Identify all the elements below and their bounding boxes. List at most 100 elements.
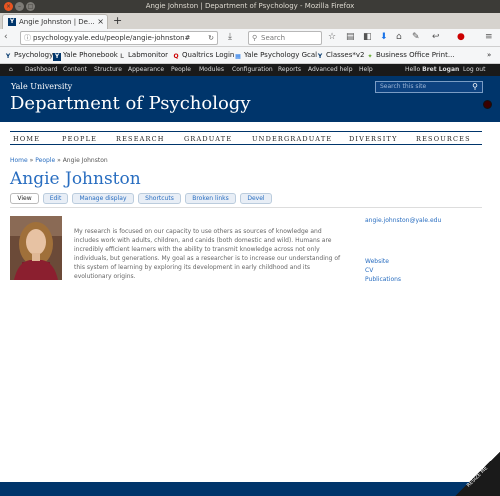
site-header: Yale University Department of Psychology… [0, 76, 500, 122]
nav-people[interactable]: PEOPLE [62, 135, 97, 143]
bookmark-psychology[interactable]: Y Psychology [4, 51, 53, 61]
pocket-icon[interactable]: ◧ [363, 32, 372, 43]
navigation-toolbar: ‹ ⓘ psychology.yale.edu/people/angie-joh… [0, 29, 500, 47]
website-link[interactable]: Website [365, 258, 389, 265]
bookmark-qualtrics[interactable]: Q Qualtrics Login [172, 51, 234, 61]
yale-favicon-icon: Y [8, 18, 16, 26]
admin-item-configuration[interactable]: Configuration [232, 64, 273, 76]
qualtrics-icon: Q [173, 53, 179, 60]
search-icon: ⚲ [252, 34, 258, 42]
site-footer [0, 482, 500, 496]
extension-icon[interactable]: ✎ [412, 32, 420, 43]
tab-shortcuts[interactable]: Shortcuts [138, 193, 181, 204]
info-icon[interactable]: ⓘ [24, 32, 31, 44]
nav-graduate[interactable]: GRADUATE [184, 135, 232, 143]
logout-link[interactable]: Log out [463, 64, 485, 76]
yale-university-logo[interactable]: Yale University [11, 82, 72, 91]
reply-icon[interactable]: ↩ [432, 32, 440, 43]
globe-icon: L [120, 53, 124, 60]
calendar-icon: ▦ [235, 53, 241, 60]
bookmarks-overflow-icon[interactable]: » [487, 51, 491, 60]
browser-search-placeholder: Search [261, 34, 286, 42]
yale-bookmark-icon: Y [53, 53, 61, 61]
breadcrumb-separator: » [57, 157, 61, 164]
tab-close-icon[interactable]: × [97, 15, 104, 29]
home-icon[interactable]: ⌂ [396, 32, 402, 43]
content-divider [10, 207, 482, 208]
tab-manage-display[interactable]: Manage display [72, 193, 134, 204]
bookmark-business-office[interactable]: ✦ Business Office Print... [366, 51, 455, 61]
admin-home-icon[interactable]: ⌂ [9, 64, 13, 76]
bookmark-label: Business Office Print... [376, 51, 455, 59]
department-title[interactable]: Department of Psychology [10, 93, 251, 115]
portrait-image [10, 216, 62, 280]
tab-title: Angie Johnston | De... [19, 18, 95, 26]
tab-broken-links[interactable]: Broken links [185, 193, 236, 204]
tab-devel[interactable]: Devel [240, 193, 272, 204]
bookmark-label: Yale Psychology Gcal [244, 51, 318, 59]
tab-strip: Y Angie Johnston | De... × + [0, 13, 500, 29]
maximize-window-icon[interactable]: □ [26, 2, 35, 11]
publications-link[interactable]: Publications [365, 276, 401, 283]
admin-item-dashboard[interactable]: Dashboard [25, 64, 58, 76]
nav-resources[interactable]: RESOURCES [416, 135, 471, 143]
admin-username[interactable]: Bret Logan [422, 66, 459, 73]
admin-item-reports[interactable]: Reports [278, 64, 301, 76]
adblock-icon[interactable]: ● [457, 32, 465, 43]
breadcrumb-home[interactable]: Home [10, 157, 28, 164]
email-link[interactable]: angie.johnston@yale.edu [365, 217, 441, 224]
bookmark-label: Yale Phonebook [63, 51, 118, 59]
minimize-window-icon[interactable]: – [15, 2, 24, 11]
admin-greeting: Hello Bret Logan [405, 64, 459, 76]
search-icon[interactable]: ⚲ [472, 82, 478, 92]
admin-menu-bar: ⌂ Dashboard Content Structure Appearance… [0, 64, 500, 76]
site-search-placeholder: Search this site [380, 83, 427, 90]
browser-search-box[interactable]: ⚲ Search [248, 31, 322, 45]
bookmark-label: Psychology [14, 51, 54, 59]
bookmark-labmonitor[interactable]: L Labmonitor [118, 51, 168, 61]
nav-home[interactable]: HOME [13, 135, 40, 143]
downloads-arrow-icon[interactable]: ⬇ [380, 32, 388, 43]
bookmark-gcal[interactable]: ▦ Yale Psychology Gcal [234, 51, 317, 61]
browser-tab[interactable]: Y Angie Johnston | De... × [2, 14, 108, 29]
breadcrumb-people[interactable]: People [35, 157, 55, 164]
library-icon[interactable]: ▤ [346, 32, 355, 43]
window-titlebar: × – □ Angie Johnston | Department of Psy… [0, 0, 500, 13]
admin-item-people[interactable]: People [171, 64, 191, 76]
business-office-icon: ✦ [367, 53, 373, 60]
admin-item-advanced-help[interactable]: Advanced help [308, 64, 353, 76]
nav-research[interactable]: RESEARCH [116, 135, 165, 143]
profile-photo [10, 216, 62, 280]
page-title: Angie Johnston [10, 169, 141, 189]
admin-item-help[interactable]: Help [359, 64, 373, 76]
window-title: Angie Johnston | Department of Psycholog… [145, 2, 355, 10]
star-icon[interactable]: ☆ [328, 32, 336, 43]
bookmark-label: Qualtrics Login [182, 51, 235, 59]
bookmark-label: Classes*v2 [326, 51, 365, 59]
bookmarks-toolbar: Y Psychology Y Yale Phonebook L Labmonitor … [0, 47, 500, 64]
cv-link[interactable]: CV [365, 267, 373, 274]
close-window-icon[interactable]: × [4, 2, 13, 11]
record-button-icon[interactable] [483, 100, 492, 109]
nav-undergraduate[interactable]: UNDERGRADUATE [252, 135, 332, 143]
hello-text: Hello [405, 66, 421, 73]
download-icon[interactable]: ⤓ [228, 32, 232, 43]
breadcrumb-separator: » [29, 157, 34, 164]
hamburger-menu-icon[interactable]: ≡ [485, 32, 493, 43]
reload-icon[interactable]: ↻ [208, 32, 214, 44]
url-bar[interactable]: ⓘ psychology.yale.edu/people/angie-johns… [20, 31, 218, 45]
tab-edit[interactable]: Edit [43, 193, 68, 204]
yale-bookmark-icon: Y [317, 53, 323, 60]
main-navigation: HOME PEOPLE RESEARCH GRADUATE UNDERGRADU… [10, 131, 482, 145]
back-icon[interactable]: ‹ [4, 32, 8, 43]
bookmark-yale-phonebook[interactable]: Y Yale Phonebook [53, 51, 118, 61]
admin-item-structure[interactable]: Structure [94, 64, 122, 76]
new-tab-icon[interactable]: + [113, 14, 122, 27]
nav-diversity[interactable]: DIVERSITY [349, 135, 398, 143]
admin-item-modules[interactable]: Modules [199, 64, 224, 76]
tab-view[interactable]: View [10, 193, 39, 204]
bookmark-classes[interactable]: Y Classes*v2 [316, 51, 365, 61]
admin-item-content[interactable]: Content [63, 64, 87, 76]
site-search-input[interactable]: Search this site ⚲ [375, 81, 483, 93]
admin-item-appearance[interactable]: Appearance [128, 64, 164, 76]
